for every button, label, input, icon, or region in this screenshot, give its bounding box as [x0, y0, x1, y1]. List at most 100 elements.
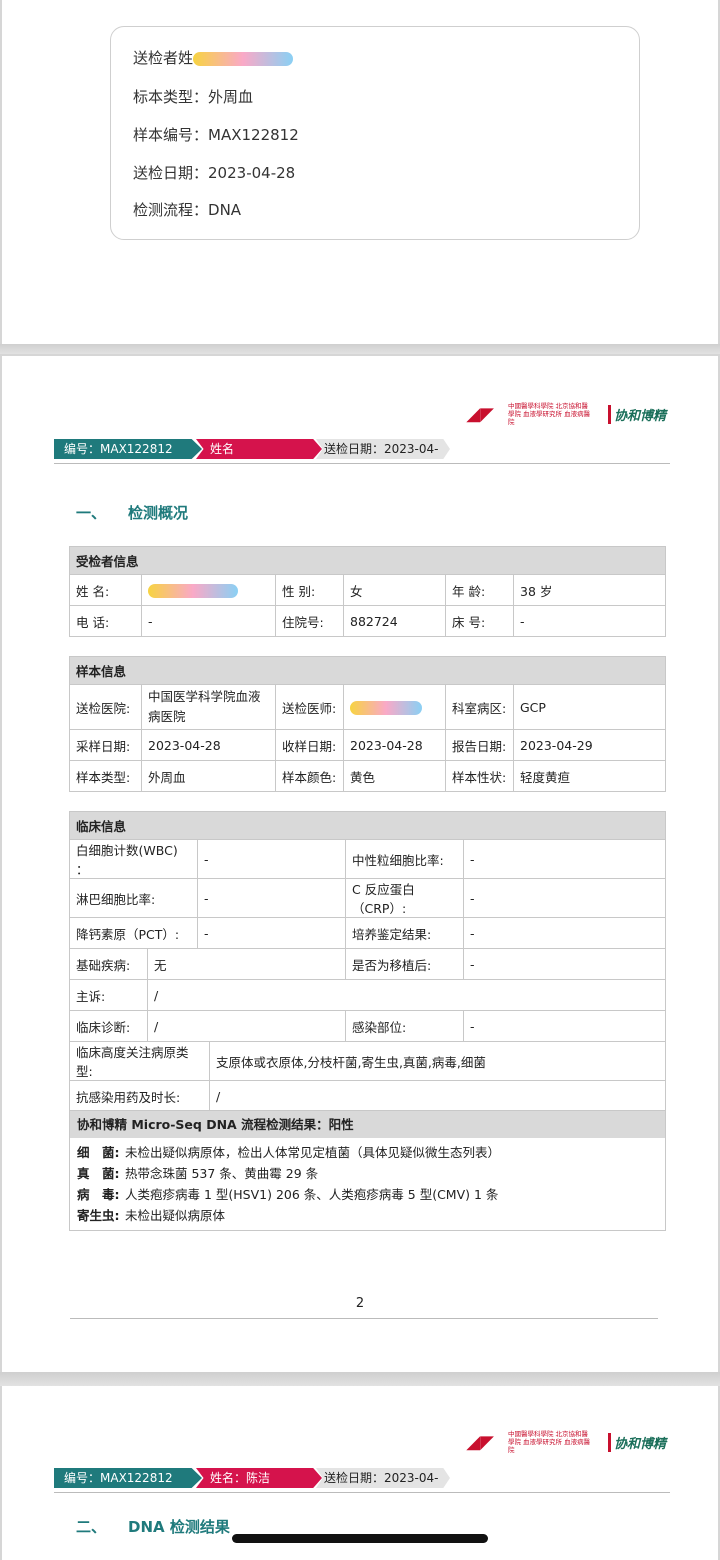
section-title-text: 检测概况 [128, 504, 189, 522]
summary-name-label: 送检者姓 [133, 49, 194, 67]
section-number: 一、 [76, 504, 107, 522]
result-key: 病 毒: [77, 1187, 120, 1202]
report-page-1: 送检者姓 标本类型：外周血 样本编号：MAX122812 送检日期：2023-0… [2, 0, 718, 344]
age-label: 年 龄: [445, 574, 514, 606]
receive-date-value: 2023-04-28 [343, 729, 446, 761]
section-title-text: DNA 检测结果 [128, 1518, 230, 1536]
result-value: 热带念珠菌 537 条、黄曲霉 29 条 [125, 1166, 319, 1181]
age-value: 38 岁 [513, 574, 666, 606]
result-key: 真 菌: [77, 1166, 120, 1181]
detection-result-box: 协和博精 Micro-Seq DNA 流程检测结果：阳性 细 菌: 未检出疑似病原… [69, 1110, 666, 1231]
diagnosis-value: / [147, 1010, 346, 1042]
summary-flow-value: DNA [208, 201, 242, 219]
hospital-emblem-icon: ◢◤ [466, 403, 494, 425]
sampling-date-value: 2023-04-28 [141, 729, 276, 761]
banner-patient-name: 姓名 [196, 439, 322, 459]
sample-trait-label: 样本性状: [445, 760, 514, 792]
banner-sample-id: 编号：MAX122812 [54, 1468, 202, 1488]
name-label: 姓 名: [69, 574, 142, 606]
hospital-emblem-icon: ◢◤ [466, 1431, 494, 1453]
bed-value: - [513, 605, 666, 637]
redacted-mark [350, 700, 422, 715]
result-value: 未检出疑似病原体，检出人体常见定植菌（具体见疑似微生态列表） [125, 1145, 501, 1160]
gender-value: 女 [343, 574, 446, 606]
report-date-label: 报告日期: [445, 729, 514, 761]
sample-summary-card: 送检者姓 标本类型：外周血 样本编号：MAX122812 送检日期：2023-0… [110, 26, 640, 240]
summary-sample-id-label: 样本编号： [133, 126, 209, 144]
antiinfective-label: 抗感染用药及时长: [69, 1080, 210, 1112]
summary-date-label: 送检日期： [133, 164, 209, 182]
footer-divider [70, 1318, 658, 1319]
banner-sample-id: 编号：MAX122812 [54, 439, 202, 459]
result-line-parasite: 寄生虫: 未检出疑似病原体 [77, 1205, 658, 1226]
summary-flow-row: 检测流程：DNA [133, 199, 241, 220]
redacted-mark [148, 583, 238, 598]
result-key: 细 菌: [77, 1145, 120, 1160]
page-number: 2 [355, 1296, 365, 1311]
page-separator [0, 344, 720, 354]
summary-specimen-value: 外周血 [208, 88, 254, 106]
brand-logo: 协和博精 [607, 404, 666, 424]
complaint-value: / [147, 979, 666, 1011]
transplant-label: 是否为移植后: [345, 948, 464, 980]
home-indicator[interactable] [232, 1534, 488, 1543]
sample-color-label: 样本颜色: [275, 760, 344, 792]
infection-site-value: - [463, 1010, 666, 1042]
hospital-logo: ◢◤ 中國醫學科學院 北京協和醫學院 血液學研究所 血液病醫院 协和博精 [466, 1430, 666, 1454]
summary-sample-id-row: 样本编号：MAX122812 [133, 124, 299, 145]
header-divider [54, 1492, 670, 1493]
dept-label: 科室病区: [445, 684, 514, 730]
result-key: 寄生虫: [77, 1208, 120, 1223]
complaint-label: 主诉: [69, 979, 148, 1011]
underlying-disease-value: 无 [147, 948, 346, 980]
result-line-fungi: 真 菌: 热带念珠菌 537 条、黄曲霉 29 条 [77, 1163, 658, 1184]
report-header-banner: 编号：MAX122812 姓名：陈洁 送检日期：2023-04-28 [54, 1468, 666, 1488]
underlying-disease-label: 基础疾病: [69, 948, 148, 980]
brand-logo: 协和博精 [607, 1432, 666, 1452]
hospital-logo-text: 中國醫學科學院 北京協和醫學院 血液學研究所 血液病醫院 [507, 402, 591, 426]
redacted-mark [193, 51, 294, 66]
hospital-logo-text: 中國醫學科學院 北京協和醫學院 血液學研究所 血液病醫院 [507, 1430, 591, 1454]
sample-type-value: 外周血 [141, 760, 276, 792]
detection-result-header: 协和博精 Micro-Seq DNA 流程检测结果：阳性 [70, 1111, 665, 1138]
section-dna-title: 二、 DNA 检测结果 [76, 1516, 230, 1537]
bed-label: 床 号: [445, 605, 514, 637]
hospital-value: 中国医学科学院血液病医院 [141, 684, 276, 730]
wbc-label: 白细胞计数(WBC) ： [69, 839, 198, 879]
inpatient-value: 882724 [343, 605, 446, 637]
doctor-value [343, 684, 446, 730]
summary-specimen-row: 标本类型：外周血 [133, 86, 253, 107]
antiinfective-value: / [209, 1080, 666, 1112]
pct-value: - [197, 917, 346, 949]
report-date-value: 2023-04-29 [513, 729, 666, 761]
report-header-banner: 编号：MAX122812 姓名 送检日期：2023-04-28 [54, 439, 666, 459]
section-overview-title: 一、 检测概况 [76, 502, 188, 523]
lymphocyte-label: 淋巴细胞比率: [69, 878, 198, 918]
result-line-virus: 病 毒: 人类疱疹病毒 1 型(HSV1) 206 条、人类疱疹病毒 5 型(CM… [77, 1184, 658, 1205]
sample-type-label: 样本类型: [69, 760, 142, 792]
phone-label: 电 话: [69, 605, 142, 637]
pathogen-focus-value: 支原体或衣原体,分枝杆菌,寄生虫,真菌,病毒,细菌 [209, 1041, 666, 1081]
clinical-info-header: 临床信息 [69, 811, 666, 840]
patient-info-table: 受检者信息 姓 名: 性 别: 女 年 龄: 38 岁 电 话: - 住院号: … [69, 546, 666, 637]
sample-color-value: 黄色 [343, 760, 446, 792]
culture-value: - [463, 917, 666, 949]
crp-value: - [463, 878, 666, 918]
lymphocyte-value: - [197, 878, 346, 918]
sampling-date-label: 采样日期: [69, 729, 142, 761]
clinical-info-table: 临床信息 白细胞计数(WBC) ： - 中性粒细胞比率: - 淋巴细胞比率: -… [69, 811, 666, 1112]
header-divider [54, 463, 670, 464]
inpatient-label: 住院号: [275, 605, 344, 637]
result-value: 未检出疑似病原体 [125, 1208, 226, 1223]
crp-label: C 反应蛋白（CRP）: [345, 878, 464, 918]
transplant-value: - [463, 948, 666, 980]
sample-info-header: 样本信息 [69, 656, 666, 685]
summary-flow-label: 检测流程： [133, 201, 209, 219]
sample-info-table: 样本信息 送检医院: 中国医学科学院血液病医院 送检医师: 科室病区: GCP … [69, 656, 666, 792]
banner-date: 送检日期：2023-04-28 [316, 439, 450, 459]
infection-site-label: 感染部位: [345, 1010, 464, 1042]
wbc-value: - [197, 839, 346, 879]
banner-date: 送检日期：2023-04-28 [316, 1468, 450, 1488]
result-value: 人类疱疹病毒 1 型(HSV1) 206 条、人类疱疹病毒 5 型(CMV) 1… [125, 1187, 499, 1202]
summary-date-row: 送检日期：2023-04-28 [133, 162, 295, 183]
